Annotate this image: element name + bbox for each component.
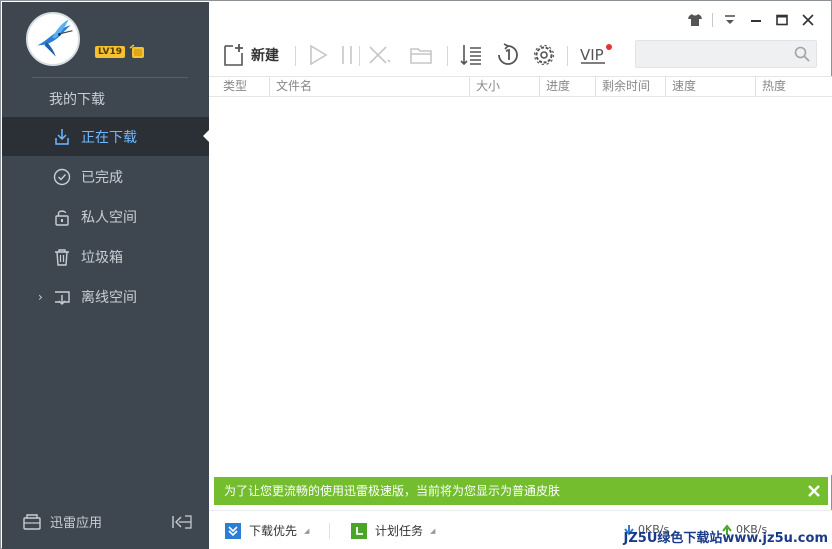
task-list[interactable] — [209, 97, 832, 475]
search-box[interactable] — [635, 40, 817, 68]
statusbar-separator — [329, 523, 330, 539]
gear-icon — [533, 44, 555, 66]
site-watermark: JZ5U绿色下载站www.jz5u.com — [623, 531, 828, 546]
toolbar-separator — [359, 46, 360, 66]
menu-dropdown-icon — [725, 15, 735, 24]
toolbar-separator — [447, 46, 448, 66]
open-folder-button[interactable] — [409, 41, 433, 69]
sidebar-item-offline-space[interactable]: › 离线空间 — [2, 277, 209, 316]
pause-icon — [342, 46, 352, 64]
sidebar-item-downloading[interactable]: 正在下载 — [2, 117, 209, 156]
task-table-header: 类型 文件名 大小 进度 剩余时间 速度 热度 — [209, 76, 832, 97]
level-badge[interactable]: LV19 — [95, 46, 125, 58]
sidebar-item-completed[interactable]: 已完成 — [2, 157, 209, 196]
column-filename[interactable]: 文件名 — [269, 77, 469, 96]
sidebar: LV19 我的下载 正在下载 已完成 私人空间 垃圾箱 › 离线空间 迅雷应用 — [2, 2, 209, 549]
download-priority-label: 下载优先 — [249, 524, 298, 538]
minimize-button[interactable] — [743, 11, 769, 29]
search-icon[interactable] — [794, 46, 810, 62]
dropdown-triangle-icon[interactable]: ◢ — [430, 527, 435, 535]
new-file-icon — [224, 44, 243, 66]
dropdown-triangle-icon[interactable]: ◢ — [304, 527, 309, 535]
sidebar-item-label: 私人空间 — [81, 209, 137, 226]
start-button[interactable] — [307, 41, 329, 69]
column-type[interactable]: 类型 — [217, 77, 269, 96]
app-window: LV19 我的下载 正在下载 已完成 私人空间 垃圾箱 › 离线空间 迅雷应用 … — [0, 0, 832, 549]
sidebar-item-label: 正在下载 — [81, 129, 137, 146]
sidebar-item-trash[interactable]: 垃圾箱 — [2, 237, 209, 276]
tshirt-icon — [688, 14, 702, 26]
pause-button[interactable] — [339, 41, 355, 69]
maximize-button[interactable] — [769, 11, 795, 29]
new-task-label: 新建 — [251, 48, 279, 64]
window-controls — [682, 11, 821, 29]
download-priority-button[interactable]: 下载优先 ◢ — [225, 522, 309, 539]
number-one-circle-icon — [498, 43, 518, 65]
column-speed[interactable]: 速度 — [665, 77, 755, 96]
sidebar-item-private-space[interactable]: 私人空间 — [2, 197, 209, 236]
folder-icon — [410, 48, 432, 64]
close-button[interactable] — [795, 11, 821, 29]
close-icon[interactable] — [806, 483, 822, 499]
play-icon — [310, 44, 328, 66]
scheduled-task-button[interactable]: 计划任务 ◢ — [351, 522, 435, 539]
column-size[interactable]: 大小 — [469, 77, 539, 96]
download-arrow-icon — [52, 127, 72, 147]
member-coin-icon[interactable] — [129, 44, 147, 60]
collapse-sidebar-icon[interactable] — [171, 513, 193, 531]
thunder-apps-label: 迅雷应用 — [50, 516, 103, 531]
hummingbird-logo-icon — [28, 14, 78, 64]
settings-button[interactable] — [531, 41, 557, 69]
maximize-icon — [776, 14, 788, 26]
check-circle-icon — [52, 167, 72, 187]
my-downloads-title: 我的下载 — [49, 92, 105, 108]
svg-text:VIP: VIP — [580, 46, 604, 64]
thunder-apps-button[interactable]: 迅雷应用 — [22, 512, 102, 531]
controls-separator — [712, 13, 713, 27]
trash-icon — [52, 247, 72, 267]
notification-bar: 为了让您更流畅的使用迅雷极速版，当前将为您显示为普通皮肤 — [214, 477, 828, 505]
cloud-download-icon — [52, 287, 72, 307]
single-task-button[interactable] — [495, 41, 521, 69]
minimize-icon — [751, 20, 761, 22]
search-input[interactable] — [636, 41, 786, 67]
notification-text: 为了让您更流畅的使用迅雷极速版，当前将为您显示为普通皮肤 — [224, 484, 561, 498]
sidebar-item-label: 离线空间 — [81, 289, 137, 306]
sort-list-icon — [460, 45, 481, 66]
sort-button[interactable] — [459, 41, 483, 69]
scheduled-task-label: 计划任务 — [375, 524, 424, 538]
toolbar-separator — [567, 46, 568, 66]
menu-button[interactable] — [717, 11, 743, 29]
avatar[interactable] — [26, 12, 80, 66]
column-remaining-time[interactable]: 剩余时间 — [595, 77, 665, 96]
column-progress[interactable]: 进度 — [539, 77, 595, 96]
clock-icon — [351, 522, 367, 539]
apps-box-icon — [23, 513, 41, 530]
sidebar-item-label: 垃圾箱 — [81, 249, 123, 266]
sidebar-item-label: 已完成 — [81, 169, 123, 186]
delete-button[interactable] — [367, 41, 391, 69]
lock-icon — [52, 207, 72, 227]
toolbar-separator — [295, 46, 296, 66]
download-priority-icon — [225, 522, 241, 539]
skin-button[interactable] — [682, 11, 708, 29]
toolbar: 新建 VIP — [209, 37, 832, 75]
sidebar-divider — [32, 77, 188, 78]
chevron-right-icon[interactable]: › — [38, 290, 43, 304]
status-bar: 下载优先 ◢ 计划任务 ◢ 0KB/s 0KB/s JZ5U绿色下载站www.j… — [209, 510, 832, 549]
delete-x-icon — [369, 46, 391, 64]
column-heat[interactable]: 热度 — [755, 77, 831, 96]
close-icon — [802, 14, 814, 26]
new-task-button[interactable]: 新建 — [223, 41, 279, 69]
vip-button[interactable]: VIP — [579, 41, 613, 69]
vip-icon: VIP — [580, 44, 612, 64]
